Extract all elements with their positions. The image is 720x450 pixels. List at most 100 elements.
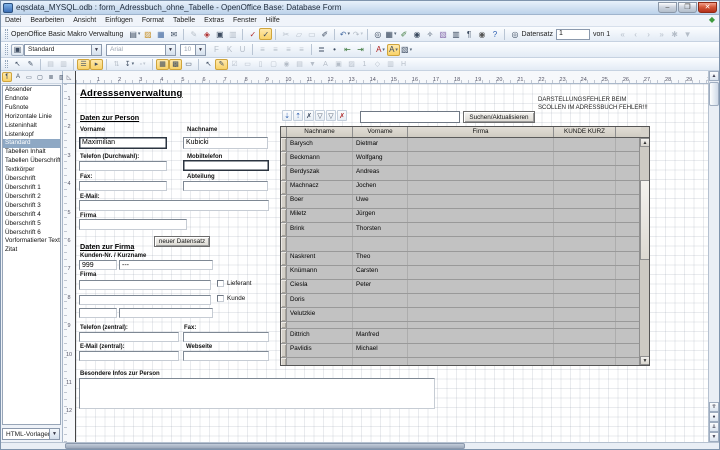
select-control-icon[interactable]: ↖ (202, 59, 215, 70)
activation-order-icon[interactable]: ⇅ (110, 59, 123, 70)
add-field-icon[interactable]: ▸ (90, 59, 103, 70)
kurzname-input[interactable]: --- (119, 260, 213, 270)
paragraph-style-combo[interactable]: Standard ▼ (24, 44, 102, 56)
style-category-combo[interactable]: HTML-Vorlagen ▼ (2, 428, 60, 440)
page-preview-icon[interactable]: ▥ (226, 28, 239, 40)
snap-to-grid-icon[interactable]: ▩ (169, 59, 182, 70)
vorname-input[interactable]: Maximilian (79, 137, 167, 149)
bullet-list-icon[interactable]: • (328, 44, 341, 56)
vertical-scrollbar[interactable]: ▲ ⇈ ● ⇊ ▼ (708, 71, 719, 442)
style-list-item[interactable]: Zitat (3, 246, 60, 255)
design-toggle-icon[interactable]: ✎ (215, 59, 228, 70)
telefon-input[interactable] (79, 161, 167, 171)
bold-icon[interactable]: F (210, 44, 223, 56)
fax-zentral-input[interactable] (183, 332, 269, 342)
cut-icon[interactable]: ✂ (279, 28, 292, 40)
webseite-input[interactable] (183, 351, 269, 361)
plz-input[interactable] (79, 308, 117, 318)
select-icon[interactable]: ↖ (11, 59, 24, 70)
update-notification-icon[interactable]: ◆ (709, 15, 715, 24)
ruler-corner[interactable]: ◺ (63, 71, 75, 84)
restore-button[interactable]: ❐ (678, 2, 697, 13)
autofilter-icon[interactable]: ✗ (304, 110, 314, 121)
table-row[interactable] (281, 237, 649, 251)
draw-functions-icon[interactable]: ✐ (397, 28, 410, 40)
lieferant-checkbox[interactable]: Lieferant (217, 280, 252, 287)
email-icon[interactable]: ✉ (167, 28, 180, 40)
justify-icon[interactable]: ≡ (295, 44, 308, 56)
list-box-icon[interactable]: ▤ (293, 59, 306, 70)
style-list-item[interactable]: Überschrift 3 (3, 202, 60, 211)
zoom-icon[interactable]: ◉ (475, 28, 488, 40)
find-record-icon[interactable]: ◎ (508, 28, 521, 40)
formatted-field-icon[interactable]: ▯ (254, 59, 267, 70)
option-button-icon[interactable]: ◉ (280, 59, 293, 70)
table-row[interactable]: Ciesla Peter (281, 280, 649, 294)
anchor-icon[interactable]: ↧ (123, 59, 136, 70)
firma-input[interactable] (79, 219, 187, 230)
style-list-item[interactable]: Fußnote (3, 104, 60, 113)
table-scrollbar[interactable]: ▲ ▼ (639, 138, 649, 365)
toolbar-grip[interactable] (5, 29, 8, 39)
minimize-button[interactable]: – (658, 2, 677, 13)
style-list-item[interactable]: Überschrift 4 (3, 211, 60, 220)
form-navigator-icon[interactable]: ☰ (77, 59, 90, 70)
text-box-icon[interactable]: ▭ (241, 59, 254, 70)
nonprinting-characters-icon[interactable]: ¶ (462, 28, 475, 40)
find-replace-icon[interactable]: ◉ (410, 28, 423, 40)
format-paintbrush-icon[interactable]: ✐ (318, 28, 331, 40)
increase-indent-icon[interactable]: ⇥ (354, 44, 367, 56)
background-color-icon[interactable]: ▧ (400, 44, 413, 56)
table-row[interactable]: Doris (281, 294, 649, 308)
export-pdf-icon[interactable]: ◈ (200, 28, 213, 40)
edit-file-icon[interactable]: ✎ (187, 28, 200, 40)
style-list-item[interactable]: Überschrift (3, 175, 60, 184)
table-row[interactable]: Velutzkie (281, 308, 649, 322)
toolbar-grip[interactable] (5, 44, 8, 55)
infos-textarea[interactable] (79, 378, 435, 409)
next-record-icon[interactable]: › (642, 28, 655, 40)
style-list-item[interactable]: Tabellen Inhalt (3, 148, 60, 157)
hyperlink-icon[interactable]: ◎ (371, 28, 384, 40)
telefon-zentral-input[interactable] (79, 332, 179, 342)
sort-descending-icon[interactable]: ⇡ (293, 110, 303, 121)
sort-ascending-icon[interactable]: ⇣ (282, 110, 292, 121)
firma3-input[interactable] (79, 295, 211, 305)
table-row[interactable]: Machnacz Jochen (281, 181, 649, 195)
display-grid-icon[interactable]: ▦ (156, 59, 169, 70)
italic-icon[interactable]: K (223, 44, 236, 56)
table-row[interactable]: Dittrich Manfred (281, 329, 649, 343)
first-record-icon[interactable]: « (616, 28, 629, 40)
scroll-down-icon[interactable]: ▼ (709, 432, 719, 442)
ort-input[interactable] (119, 308, 213, 318)
underline-icon[interactable]: U (236, 44, 249, 56)
font-color-icon[interactable]: A (374, 44, 387, 56)
firma2-input[interactable] (79, 280, 211, 290)
style-list-item[interactable]: Überschrift 6 (3, 229, 60, 238)
new-document-icon[interactable]: ▤ (128, 28, 141, 40)
checkbox-icon[interactable] (217, 280, 224, 287)
last-record-icon[interactable]: » (655, 28, 668, 40)
font-name-combo[interactable]: Arial ▼ (106, 44, 176, 56)
table-icon[interactable]: ▦ (384, 28, 397, 40)
copy-icon[interactable]: ▱ (292, 28, 305, 40)
apply-filter-icon[interactable]: ▽ (326, 110, 336, 121)
highlighting-icon[interactable]: A (387, 44, 400, 56)
push-button-icon[interactable]: ▢ (267, 59, 280, 70)
guides-when-moving-icon[interactable]: ▭ (182, 59, 195, 70)
chevron-down-icon[interactable]: ▼ (49, 429, 59, 439)
font-size-combo[interactable]: 10 ▼ (180, 44, 206, 56)
scroll-up-icon[interactable]: ▲ (709, 71, 719, 81)
style-list-item[interactable]: Endnote (3, 95, 60, 104)
navigation-icon[interactable]: ● (709, 412, 719, 422)
spellcheck-icon[interactable]: ✓ (246, 28, 259, 40)
form-design-tools-icon[interactable]: ▥ (384, 59, 397, 70)
character-styles-icon[interactable]: A (13, 72, 23, 82)
menu-item[interactable]: Einfügen (105, 17, 133, 24)
email-input[interactable] (79, 200, 269, 211)
close-button[interactable]: ✕ (698, 2, 717, 13)
align-object-icon[interactable]: ▫ (136, 59, 149, 70)
mobiltelefon-input[interactable] (183, 160, 269, 171)
table-row[interactable]: Miletz Jürgen (281, 209, 649, 223)
fax-input[interactable] (79, 181, 167, 191)
